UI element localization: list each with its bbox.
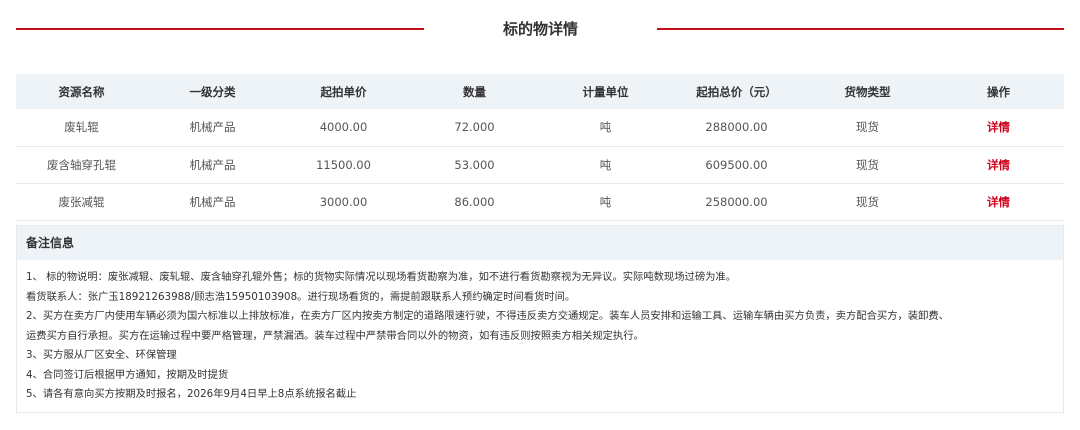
details-link[interactable]: 详情 (933, 109, 1064, 146)
section-header: 标的物详情 (16, 18, 1064, 42)
cell-unit-price: 11500.00 (316, 157, 371, 172)
table-header-row: 资源名称 一级分类 起拍单价 数量 计量单位 起拍总价（元） 货物类型 操作 (16, 74, 1064, 109)
cell-total-price: 258000.00 (705, 194, 768, 209)
cell-quantity: 86.000 (454, 194, 495, 209)
cell-goods-type: 现货 (856, 194, 879, 209)
section-title: 标的物详情 (502, 20, 578, 38)
cell-unit: 吨 (599, 120, 612, 135)
table-row: 废轧辊 机械产品 4000.00 72.000 吨 288000.00 现货 详… (16, 109, 1064, 146)
cell-total-price: 609500.00 (705, 157, 768, 172)
items-table-container: 资源名称 一级分类 起拍单价 数量 计量单位 起拍总价（元） 货物类型 操作 废… (16, 74, 1064, 221)
column-header-quantity: 数量 (463, 84, 486, 99)
notes-panel: 备注信息 1、 标的物说明：废张减辊、废轧辊、废含轴穿孔辊外售；标的货物实际情况… (16, 225, 1064, 413)
notes-line: 3、买方服从厂区安全、环保管理 (26, 349, 177, 361)
page: 标的物详情 资源名称 一级分类 起拍单价 数量 计量单位 起拍总价（元） 货物类… (0, 0, 1080, 430)
header-divider-left (16, 28, 424, 30)
cell-goods-type: 现货 (856, 120, 879, 135)
cell-unit: 吨 (599, 194, 612, 209)
cell-category: 机械产品 (189, 194, 236, 209)
cell-quantity: 72.000 (454, 120, 495, 135)
cell-category: 机械产品 (189, 157, 236, 172)
table-row: 废张减辊 机械产品 3000.00 86.000 吨 258000.00 现货 … (16, 183, 1064, 220)
cell-name: 废轧辊 (64, 120, 99, 135)
notes-line: 2、买方在卖方厂内使用车辆必须为国六标准以上排放标准，在卖方厂区内按卖方制定的道… (26, 310, 949, 322)
column-header-unit-price: 起拍单价 (320, 84, 367, 99)
column-header-category: 一级分类 (189, 84, 236, 99)
notes-title: 备注信息 (17, 226, 1063, 260)
notes-line: 1、 标的物说明：废张减辊、废轧辊、废含轴穿孔辊外售；标的货物实际情况以现场看货… (26, 271, 737, 283)
notes-line: 5、请各有意向买方按期及时报名，2026年9月4日早上8点系统报名截止 (26, 388, 357, 400)
notes-line: 4、合同签订后根据甲方通知，按期及时提货 (26, 368, 229, 381)
cell-name: 废张减辊 (58, 194, 105, 209)
cell-name: 废含轴穿孔辊 (47, 157, 116, 172)
table-row: 废含轴穿孔辊 机械产品 11500.00 53.000 吨 609500.00 … (16, 146, 1064, 183)
column-header-goods-type: 货物类型 (844, 84, 891, 99)
cell-goods-type: 现货 (856, 157, 879, 172)
details-link[interactable]: 详情 (933, 183, 1064, 220)
cell-total-price: 288000.00 (705, 120, 768, 135)
column-header-action: 操作 (987, 84, 1010, 99)
cell-unit-price: 4000.00 (319, 120, 368, 135)
cell-unit: 吨 (599, 157, 612, 172)
items-table: 资源名称 一级分类 起拍单价 数量 计量单位 起拍总价（元） 货物类型 操作 废… (16, 74, 1064, 221)
cell-quantity: 53.000 (454, 157, 495, 172)
notes-line: 运费买方自行承担。买方在运输过程中要严格管理，严禁漏洒。装车过程中严禁带合同以外… (26, 329, 644, 342)
column-header-total-price: 起拍总价（元） (696, 84, 777, 99)
notes-line: 看货联系人：张广玉18921263988/顾志浩15950103908。进行现场… (26, 290, 576, 303)
column-header-name: 资源名称 (58, 84, 105, 99)
details-link[interactable]: 详情 (933, 146, 1064, 183)
column-header-unit: 计量单位 (582, 84, 629, 99)
cell-category: 机械产品 (189, 120, 236, 135)
notes-body: 1、 标的物说明：废张减辊、废轧辊、废含轴穿孔辊外售；标的货物实际情况以现场看货… (17, 260, 1063, 405)
header-divider-right (657, 28, 1064, 30)
cell-unit-price: 3000.00 (319, 194, 368, 209)
